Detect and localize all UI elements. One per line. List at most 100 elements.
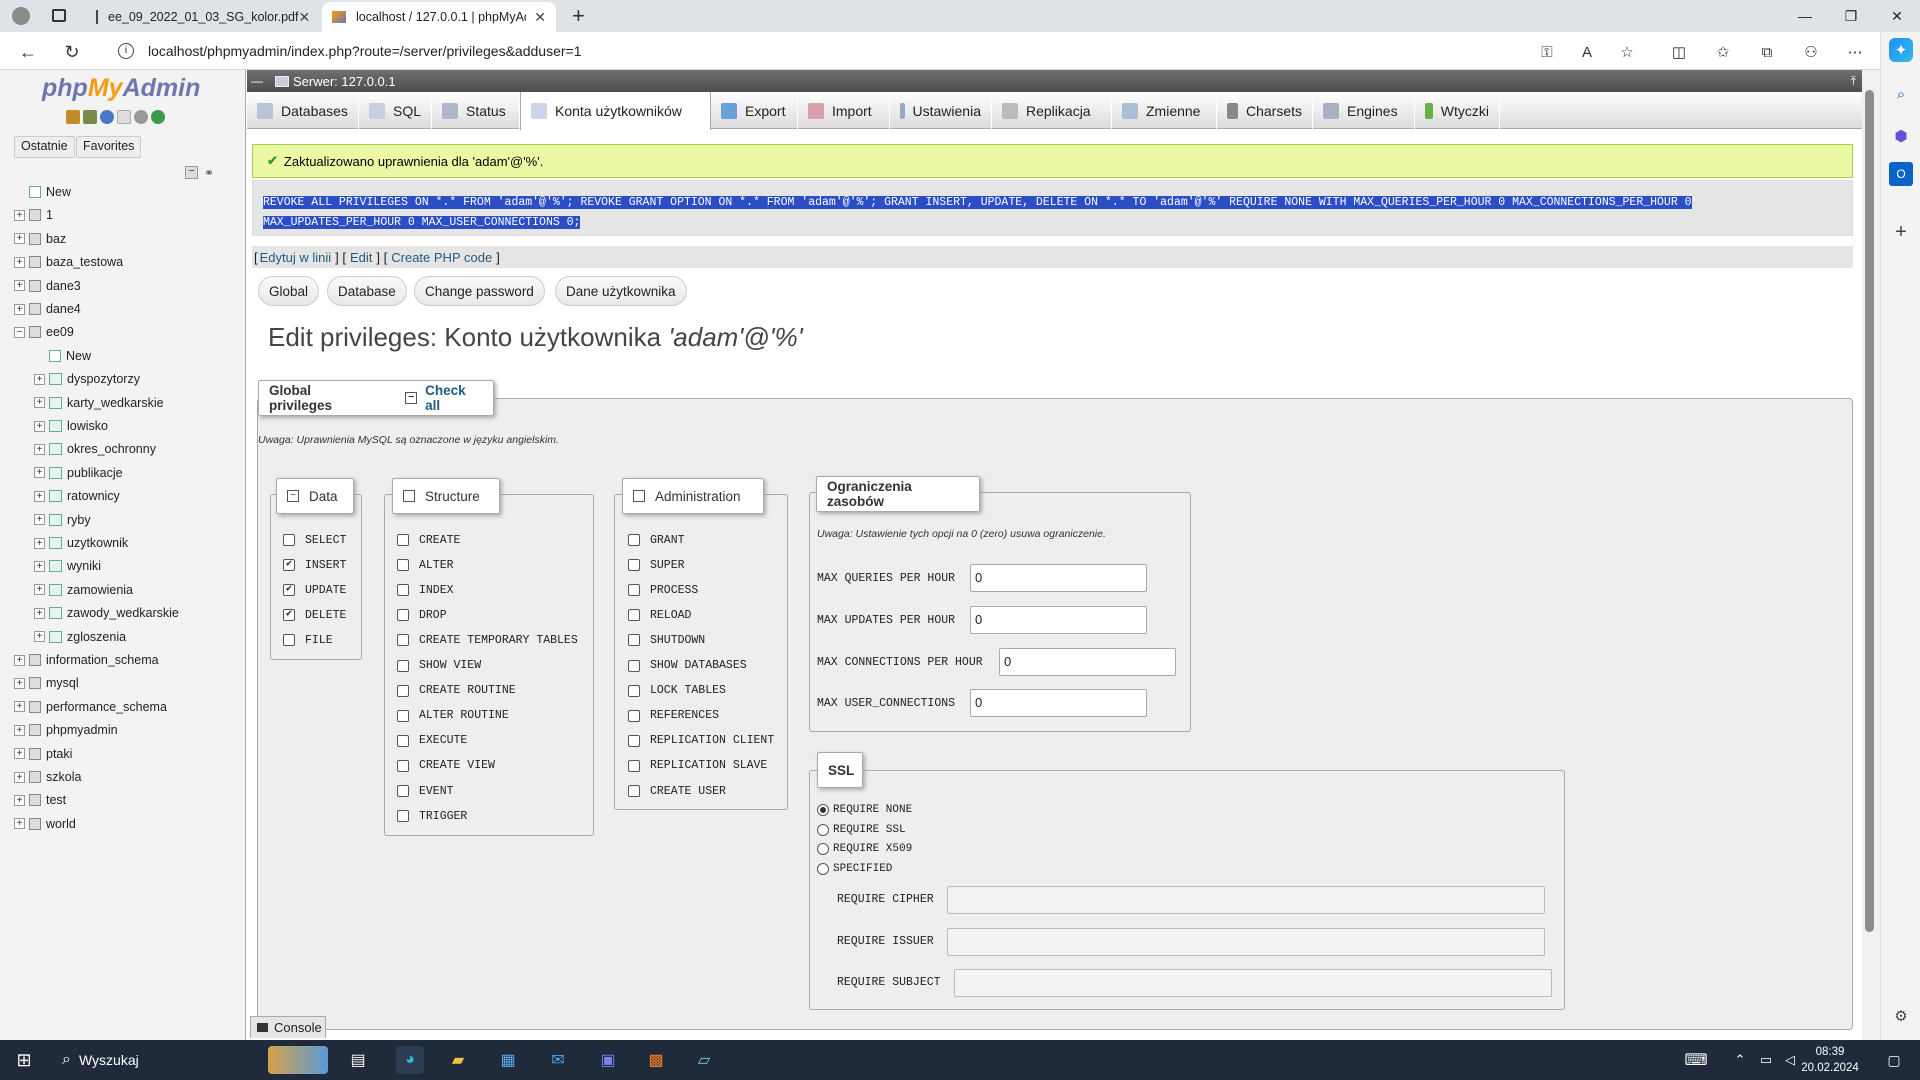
- server-link[interactable]: Serwer: 127.0.0.1: [293, 74, 396, 89]
- privilege-show-view[interactable]: SHOW VIEW: [397, 657, 481, 675]
- menu-plugins[interactable]: Wtyczki: [1415, 92, 1500, 129]
- tree-db-item[interactable]: + information_schema: [14, 650, 159, 670]
- key-icon[interactable]: ⚿: [1536, 41, 1558, 63]
- docs-icon[interactable]: [117, 110, 131, 124]
- settings-gear-icon[interactable]: ⚙: [1889, 1004, 1913, 1028]
- privilege-delete[interactable]: ✔ DELETE: [283, 606, 346, 624]
- limit-input-1[interactable]: 0: [970, 605, 1147, 634]
- menu-more-icon[interactable]: ⋯: [1844, 41, 1866, 63]
- structure-group-legend[interactable]: Structure: [392, 478, 500, 514]
- ssl-option-0[interactable]: REQUIRE NONE: [817, 801, 912, 819]
- browser-tab-pdf[interactable]: ee_09_2022_01_03_SG_kolor.pdf ✕: [86, 2, 320, 32]
- info-icon[interactable]: i: [118, 43, 134, 59]
- check-all-checkbox[interactable]: −: [405, 392, 418, 404]
- minimize-icon[interactable]: —: [1782, 0, 1828, 32]
- read-aloud-icon[interactable]: A: [1576, 41, 1598, 63]
- scrollbar-thumb[interactable]: [1865, 90, 1874, 932]
- settings-icon[interactable]: [134, 110, 148, 124]
- ssl-radio[interactable]: [817, 804, 829, 816]
- notifications-icon[interactable]: ▢: [1880, 1046, 1908, 1074]
- inline-edit-link[interactable]: Edytuj w linii: [260, 250, 332, 265]
- expand-icon[interactable]: +: [34, 420, 45, 432]
- privilege-create[interactable]: CREATE: [397, 531, 460, 549]
- mail-icon[interactable]: ✉: [544, 1046, 572, 1074]
- privilege-checkbox[interactable]: ✔: [283, 559, 295, 572]
- privilege-checkbox[interactable]: [397, 810, 409, 823]
- expand-icon[interactable]: +: [14, 677, 25, 689]
- privilege-create-user[interactable]: CREATE USER: [628, 782, 726, 800]
- tree-table-item[interactable]: + zgloszenia: [34, 627, 126, 647]
- create-php-code-link[interactable]: Create PHP code: [391, 250, 492, 265]
- menu-sql[interactable]: SQL: [359, 92, 432, 129]
- privilege-index[interactable]: INDEX: [397, 581, 454, 599]
- privilege-checkbox[interactable]: [397, 785, 409, 797]
- tree-db-item[interactable]: New: [14, 182, 71, 202]
- store-icon[interactable]: ▦: [494, 1046, 522, 1074]
- privilege-reload[interactable]: RELOAD: [628, 606, 691, 624]
- sql-query-box[interactable]: REVOKE ALL PRIVILEGES ON *.* FROM 'adam'…: [252, 180, 1853, 236]
- menu-charsets[interactable]: Charsets: [1217, 92, 1313, 129]
- privilege-checkbox[interactable]: [628, 659, 640, 672]
- edit-link[interactable]: Edit: [350, 250, 372, 265]
- expand-icon[interactable]: +: [14, 233, 25, 245]
- data-group-legend[interactable]: − Data: [276, 478, 354, 514]
- collections-icon[interactable]: ⧉: [1756, 41, 1778, 63]
- privilege-create-temporary-tables[interactable]: CREATE TEMPORARY TABLES: [397, 631, 578, 649]
- tree-db-item[interactable]: + world: [14, 814, 76, 834]
- privilege-checkbox[interactable]: [397, 609, 409, 622]
- weather-widget-icon[interactable]: [268, 1046, 328, 1074]
- tree-db-item[interactable]: + mysql: [14, 673, 79, 693]
- privilege-drop[interactable]: DROP: [397, 606, 447, 624]
- privilege-checkbox[interactable]: [397, 709, 409, 722]
- favorite-tables-button[interactable]: Favorites: [76, 136, 142, 158]
- taskbar-clock[interactable]: 08:39 20.02.2024: [1800, 1044, 1860, 1076]
- search-icon[interactable]: ⌕: [1889, 82, 1913, 106]
- privilege-checkbox[interactable]: [628, 709, 640, 722]
- tree-db-item[interactable]: − ee09: [14, 322, 74, 342]
- privilege-lock-tables[interactable]: LOCK TABLES: [628, 682, 726, 700]
- privilege-replication-slave[interactable]: REPLICATION SLAVE: [628, 757, 767, 775]
- expand-icon[interactable]: +: [34, 490, 45, 502]
- refresh-icon[interactable]: [151, 110, 165, 124]
- expand-icon[interactable]: +: [34, 397, 45, 409]
- privilege-checkbox[interactable]: [628, 785, 640, 797]
- ssl-field-input-1[interactable]: [947, 927, 1545, 956]
- privilege-replication-client[interactable]: REPLICATION CLIENT: [628, 732, 774, 750]
- subtab-user-data[interactable]: Dane użytkownika: [555, 276, 687, 306]
- expand-icon[interactable]: +: [14, 654, 25, 666]
- expand-icon[interactable]: +: [14, 303, 25, 315]
- menu-user-accounts[interactable]: Konta użytkowników: [520, 92, 711, 130]
- privilege-checkbox[interactable]: [283, 534, 295, 546]
- expand-icon[interactable]: −: [14, 326, 25, 338]
- tree-table-item[interactable]: + lowisko: [34, 416, 108, 436]
- copilot-icon[interactable]: ✦: [1889, 38, 1913, 62]
- data-check-all-checkbox[interactable]: −: [287, 490, 299, 502]
- logout-icon[interactable]: [83, 110, 97, 124]
- privilege-file[interactable]: FILE: [283, 631, 333, 649]
- url-field[interactable]: i localhost/phpmyadmin/index.php?route=/…: [108, 36, 1588, 66]
- menu-settings[interactable]: Ustawienia: [890, 92, 992, 129]
- subtab-change-password[interactable]: Change password: [414, 276, 545, 306]
- privilege-checkbox[interactable]: [628, 534, 640, 546]
- tree-db-item[interactable]: + baz: [14, 229, 66, 249]
- menu-variables[interactable]: Zmienne: [1112, 92, 1217, 129]
- tree-table-item[interactable]: + zamowienia: [34, 580, 133, 600]
- new-tab-button[interactable]: +: [572, 3, 585, 29]
- expand-icon[interactable]: +: [14, 748, 25, 760]
- privilege-checkbox[interactable]: [397, 584, 409, 597]
- edge-icon[interactable]: ◕: [396, 1046, 424, 1074]
- privilege-checkbox[interactable]: [397, 759, 409, 772]
- reload-icon[interactable]: ↻: [58, 38, 86, 66]
- limit-input-0[interactable]: 0: [970, 564, 1147, 592]
- menu-replication[interactable]: Replikacja: [992, 92, 1112, 129]
- privilege-grant[interactable]: GRANT: [628, 531, 685, 549]
- expand-icon[interactable]: +: [14, 701, 25, 713]
- extensions-icon[interactable]: ⚇: [1800, 41, 1822, 63]
- administration-group-legend[interactable]: Administration: [622, 478, 764, 514]
- limit-input-2[interactable]: 0: [999, 647, 1176, 676]
- tree-db-item[interactable]: + szkola: [14, 767, 81, 787]
- privilege-checkbox[interactable]: [628, 559, 640, 572]
- keyboard-icon[interactable]: ⌨: [1682, 1046, 1710, 1074]
- xampp-icon[interactable]: ▩: [642, 1046, 670, 1074]
- tree-table-item[interactable]: + okres_ochronny: [34, 439, 156, 459]
